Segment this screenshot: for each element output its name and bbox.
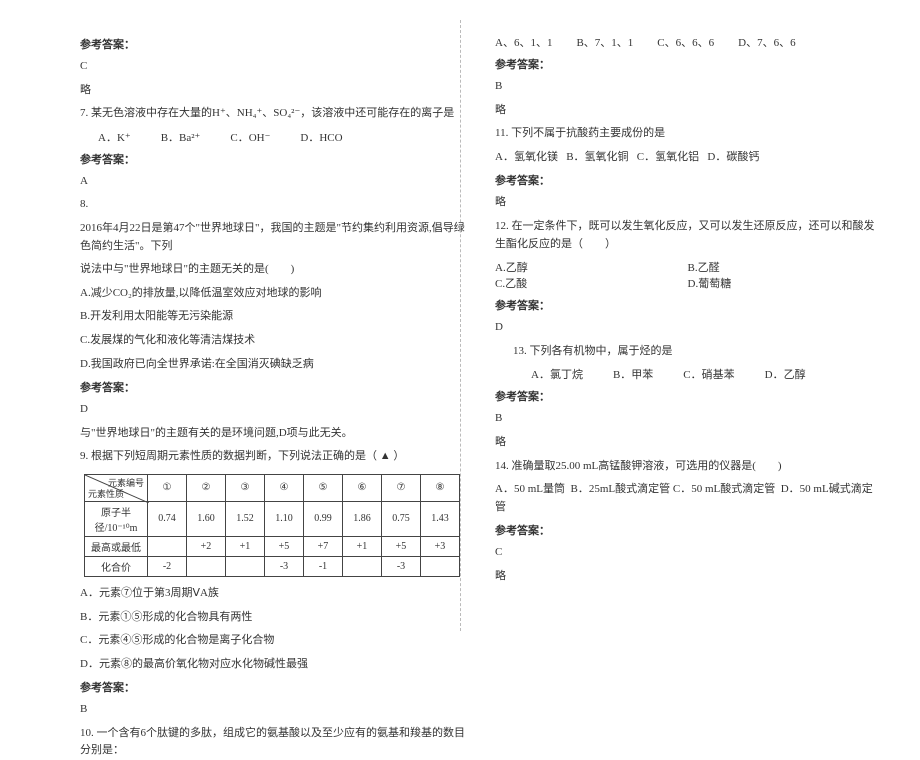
q12-opt-b: B.乙醛 — [688, 259, 881, 275]
q10-opt-a: A、6、1、1 — [495, 34, 552, 50]
col-head: ③ — [226, 474, 265, 501]
q13-opt-c: C．硝基苯 — [683, 366, 734, 382]
answer-heading: 参考答案： — [495, 297, 880, 313]
q12-opt-c: C.乙酸 — [495, 275, 688, 291]
q9-answer: B — [80, 701, 465, 719]
answer-heading: 参考答案： — [495, 388, 880, 404]
q8-explain: 与"世界地球日"的主题有关的是环境问题,D项与此无关。 — [80, 425, 465, 443]
q12-opt-d: D.葡萄糖 — [688, 275, 881, 291]
table-row: 原子半径/10⁻¹⁰m 0.741.601.521.100.991.860.75… — [85, 501, 460, 536]
q10-omit: 略 — [495, 102, 880, 120]
q10-opt-b: B、7、1、1 — [576, 34, 633, 50]
q11-opt-b: B．氢氧化铜 — [566, 151, 628, 163]
q7-opt-b: B．Ba²⁺ — [161, 129, 201, 145]
answer-heading: 参考答案： — [495, 172, 880, 188]
col-head: ② — [187, 474, 226, 501]
q7-text: 7. 某无色溶液中存在大量的H⁺、NH₄⁺、SO₄²⁻，该溶液中还可能存在的离子… — [80, 105, 465, 123]
q13-opt-b: B．甲苯 — [613, 366, 653, 382]
q8-line1: 2016年4月22日是第47个"世界地球日"，我国的主题是"节约集约利用资源,倡… — [80, 220, 465, 255]
answer-heading: 参考答案： — [495, 56, 880, 72]
q10-opt-d: D、7、6、6 — [738, 34, 795, 50]
q14-answer: C — [495, 544, 880, 562]
q13-opt-d: D．乙醇 — [765, 366, 806, 382]
q14-opt-b: B．25mL酸式滴定管 — [570, 483, 670, 495]
q8-opt-c: C.发展煤的气化和液化等清洁煤技术 — [80, 332, 465, 350]
q7-opt-a: A．K⁺ — [98, 129, 131, 145]
q6-answer: C — [80, 58, 465, 76]
col-head: ⑤ — [304, 474, 343, 501]
answer-heading: 参考答案： — [80, 36, 465, 52]
q13-options: A．氯丁烷 B．甲苯 C．硝基苯 D．乙醇 — [513, 366, 880, 382]
q13-opt-a: A．氯丁烷 — [531, 366, 583, 382]
q11-opt-d: D．碳酸钙 — [707, 151, 759, 163]
q12-text: 12. 在一定条件下，既可以发生氧化反应，又可以发生还原反应，还可以和酸发生酯化… — [495, 218, 880, 253]
col-head: ④ — [265, 474, 304, 501]
answer-heading: 参考答案： — [80, 151, 465, 167]
q7-opt-c: C．OH⁻ — [230, 129, 270, 145]
q9-text: 9. 根据下列短周期元素性质的数据判断，下列说法正确的是（ ▲ ） — [80, 448, 465, 466]
q9-opt-b: B．元素①⑤形成的化合物具有两性 — [80, 609, 465, 627]
answer-heading: 参考答案： — [80, 679, 465, 695]
q13-omit: 略 — [495, 434, 880, 452]
q9-table: 元素编号 元素性质 ① ② ③ ④ ⑤ ⑥ ⑦ ⑧ 原子半径/10⁻¹⁰m 0.… — [84, 474, 460, 577]
q7-options: A．K⁺ B．Ba²⁺ C．OH⁻ D．HCO — [98, 129, 465, 145]
q10-opt-c: C、6、6、6 — [657, 34, 714, 50]
q8-line2: 说法中与"世界地球日"的主题无关的是( ) — [80, 261, 465, 279]
answer-heading: 参考答案： — [80, 379, 465, 395]
right-column: A、6、1、1 B、7、1、1 C、6、6、6 D、7、6、6 参考答案： B … — [480, 30, 880, 641]
col-head: ⑧ — [421, 474, 460, 501]
q12-answer: D — [495, 319, 880, 337]
page-container: 参考答案： C 略 7. 某无色溶液中存在大量的H⁺、NH₄⁺、SO₄²⁻，该溶… — [0, 0, 920, 651]
q10-answer: B — [495, 78, 880, 96]
q11-options: A．氢氧化镁 B．氢氧化铜 C．氢氧化铝 D．碳酸钙 — [495, 149, 880, 167]
col-head: ① — [148, 474, 187, 501]
q11-text: 11. 下列不属于抗酸药主要成份的是 — [495, 125, 880, 143]
q14-opt-a: A．50 mL量筒 — [495, 483, 565, 495]
q11-omit: 略 — [495, 194, 880, 212]
table-row: 化合价 -2-3-1-3 — [85, 556, 460, 576]
q13-text: 13. 下列各有机物中，属于烃的是 — [495, 343, 880, 361]
q14-opt-c: C．50 mL酸式滴定管 — [673, 483, 775, 495]
q14-omit: 略 — [495, 568, 880, 586]
left-column: 参考答案： C 略 7. 某无色溶液中存在大量的H⁺、NH₄⁺、SO₄²⁻，该溶… — [80, 30, 480, 641]
q9-opt-d: D．元素⑧的最高价氧化物对应水化物碱性最强 — [80, 656, 465, 674]
q11-opt-c: C．氢氧化铝 — [637, 151, 699, 163]
q6-omit: 略 — [80, 82, 465, 100]
q10-text: 10. 一个含有6个肽键的多肽，组成它的氨基酸以及至少应有的氨基和羧基的数目分别… — [80, 725, 465, 760]
table-row: 最高或最低 +2+1+5+7+1+5+3 — [85, 536, 460, 556]
q8-num: 8. — [80, 196, 465, 214]
table-diag-header: 元素编号 元素性质 — [85, 474, 148, 501]
q8-opt-b: B.开发利用太阳能等无污染能源 — [80, 308, 465, 326]
q8-opt-d: D.我国政府已向全世界承诺:在全国消灭碘缺乏病 — [80, 356, 465, 374]
answer-heading: 参考答案： — [495, 522, 880, 538]
q14-options: A．50 mL量筒 B．25mL酸式滴定管 C．50 mL酸式滴定管 D．50 … — [495, 481, 880, 516]
q8-opt-a: A.减少CO₂的排放量,以降低温室效应对地球的影响 — [80, 285, 465, 303]
q14-text: 14. 准确量取25.00 mL高锰酸钾溶液，可选用的仪器是( ) — [495, 458, 880, 476]
col-head: ⑥ — [343, 474, 382, 501]
q7-answer: A — [80, 173, 465, 191]
col-head: ⑦ — [382, 474, 421, 501]
q11-opt-a: A．氢氧化镁 — [495, 151, 558, 163]
q7-opt-d: D．HCO — [300, 129, 342, 145]
q12-options: A.乙醇 B.乙醛 C.乙酸 D.葡萄糖 — [495, 259, 880, 291]
q13-answer: B — [495, 410, 880, 428]
q9-opt-c: C．元素④⑤形成的化合物是离子化合物 — [80, 632, 465, 650]
q12-opt-a: A.乙醇 — [495, 259, 688, 275]
q9-opt-a: A．元素⑦位于第3周期ⅤA族 — [80, 585, 465, 603]
q8-answer: D — [80, 401, 465, 419]
q10-options: A、6、1、1 B、7、1、1 C、6、6、6 D、7、6、6 — [495, 34, 880, 50]
